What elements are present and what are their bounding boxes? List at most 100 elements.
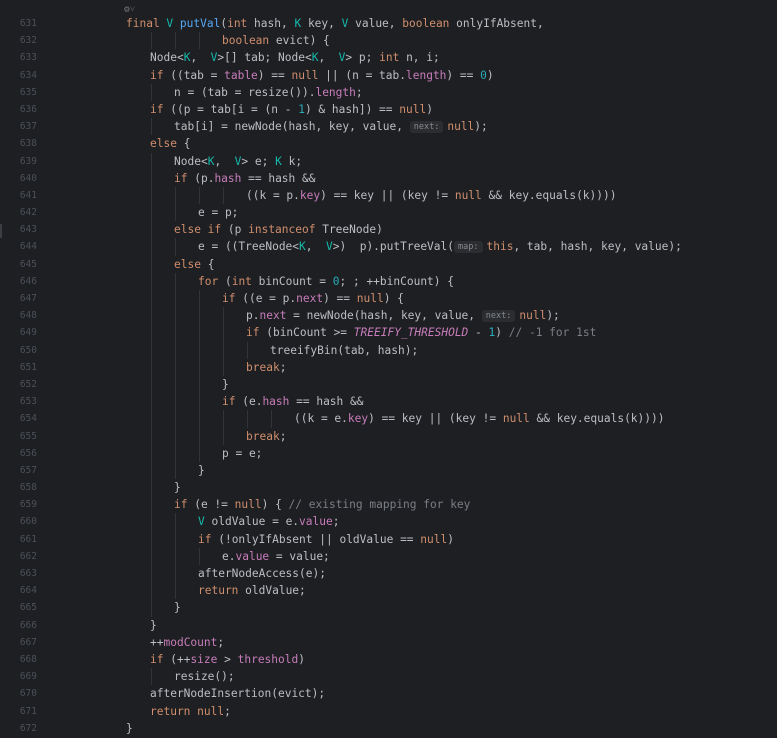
code-line[interactable]: 649 if (binCount >= TREEIFY_THRESHOLD - 1… [0,324,777,342]
line-number: 633 [19,52,37,64]
code-line[interactable]: 672} [0,720,777,737]
code-line[interactable]: 644 e = ((TreeNode<K, V>) p).putTreeVal(m… [0,238,777,256]
code-token: afterNodeInsertion(evict); [150,687,326,701]
code-token: null [399,102,427,116]
code-line[interactable]: 659 if (e != null) { // existing mapping … [0,496,777,514]
code-line[interactable]: 655 break; [0,427,777,445]
indent-guide [151,290,152,308]
code-line[interactable]: 648 p.next = newNode(hash, key, value, ne… [0,307,777,325]
code-editor[interactable]: ⚙︎˅ 631 final V putVal(int hash, K key, V… [0,0,777,738]
code-token: if [174,171,195,185]
code-line[interactable]: 668 if (++size > threshold) [0,651,777,668]
code-line[interactable]: 652} [0,375,777,394]
code-line[interactable]: 638 else { [0,135,777,152]
code-token: ) & hash]) == [304,102,400,116]
code-line[interactable]: 639 Node<K, V> e; K k; [0,152,777,170]
code-token: { [183,137,191,151]
code-token: , tab, hash, key, value); [513,240,682,254]
indent-guide [175,393,176,411]
code-line[interactable]: 664 return oldValue; [0,582,777,600]
code-token: ) == [323,292,357,305]
code-line[interactable]: 661 if (!onlyIfAbsent || oldValue == null… [0,530,777,548]
code-token: p. [246,309,260,323]
line-number: 632 [19,35,37,47]
code-line[interactable]: 645 else { [0,255,777,273]
code-token: } [174,601,181,615]
code-token: else [150,137,184,151]
code-line[interactable]: 633 Node<K, V>[] tab; Node<K, V> p; int n… [0,49,777,66]
code-token: > p; [345,51,380,65]
code-line[interactable]: 637 tab[i] = newNode(hash, key, value, ne… [0,118,777,136]
code-token: else if [174,223,228,237]
code-line[interactable]: 641 ((k = p.key) == key || (key != null &… [0,186,777,205]
code-line[interactable]: 640 if (p.hash == hash && [0,169,777,187]
code-line[interactable]: 647 if ((e = p.next) == null) { [0,290,777,308]
code-token: V [166,17,180,30]
code-token: ; [224,704,231,718]
code-token: , [318,51,339,65]
code-line[interactable]: 666} [0,617,777,634]
code-token: (binCount >= [266,326,354,340]
parameter-hint: next: [481,310,516,323]
code-line[interactable]: 653 if (e.hash == hash && [0,393,777,411]
code-line[interactable]: 631 final V putVal(int hash, K key, V val… [0,15,777,32]
line-number: 657 [19,464,37,476]
code-line[interactable]: 670 afterNodeInsertion(evict); [0,685,777,702]
code-token: null [420,532,448,546]
code-text: else { [150,135,190,152]
code-line[interactable]: 667 ++modCount; [0,634,777,651]
line-number: 654 [19,413,37,425]
code-line[interactable]: 646 for (int binCount = 0; ; ++binCount) … [0,272,777,290]
indent-guide [151,186,152,205]
code-line[interactable]: 650 treeifyBin(tab, hash); [0,341,777,359]
line-number: 658 [19,482,37,494]
code-lines[interactable]: 631 final V putVal(int hash, K key, V val… [0,15,777,737]
code-text: } [174,479,181,496]
code-line[interactable]: 671 return null; [0,703,777,720]
code-text: Node<K, V>[] tab; Node<K, V> p; int n, i… [150,49,440,66]
code-line[interactable]: 632 boolean evict) { [0,32,777,50]
code-token: } [150,618,157,632]
indent-guide [199,32,200,50]
indent-guide [151,324,152,342]
indent-guide [223,186,224,205]
code-line[interactable]: 660 V oldValue = e.value; [0,513,777,531]
code-line[interactable]: 662 e.value = value; [0,547,777,565]
code-line[interactable]: 665} [0,599,777,617]
indent-guide [151,272,152,290]
code-token: (!onlyIfAbsent || oldValue == [218,532,421,546]
code-line[interactable]: 654 ((k = e.key) == key || (key != null &… [0,410,777,428]
indent-guide [199,324,200,342]
code-text: else { [174,256,214,273]
indent-guide [247,410,248,428]
line-number: 653 [19,396,37,408]
code-line[interactable]: 651 break; [0,358,777,376]
indent-guide [223,358,224,376]
code-token: treeifyBin(tab, hash); [270,343,419,357]
code-line[interactable]: 669 resize(); [0,668,777,686]
code-line[interactable]: 657} [0,461,777,480]
code-token: key [347,412,369,426]
code-token: size [190,652,225,666]
code-line[interactable]: 656 p = e; [0,444,777,462]
code-token: ) [495,326,509,340]
code-line[interactable]: 658} [0,479,777,497]
code-line[interactable]: 635 n = (tab = resize()).length; [0,83,777,101]
line-number: 640 [19,172,37,184]
code-text: Node<K, V> e; K k; [174,153,302,170]
line-number: 639 [19,155,37,167]
code-text: e.value = value; [222,548,330,565]
code-line[interactable]: 636 if ((p = tab[i = (n - 1) & hash]) == … [0,101,777,118]
code-token: afterNodeAccess(e); [198,567,326,580]
code-line[interactable]: 643 else if (p instanceof TreeNode) [0,221,777,239]
indent-guide [199,393,200,411]
indent-guide [199,186,200,205]
code-text: break; [246,428,286,445]
line-number: 643 [19,224,37,236]
code-line[interactable]: 663 afterNodeAccess(e); [0,565,777,583]
code-line[interactable]: 642 e = p; [0,204,777,222]
indent-guide [151,410,152,428]
code-token: else [174,257,208,271]
code-line[interactable]: 634 if ((tab = table) == null || (n = tab… [0,67,777,84]
code-token: next [296,292,324,305]
